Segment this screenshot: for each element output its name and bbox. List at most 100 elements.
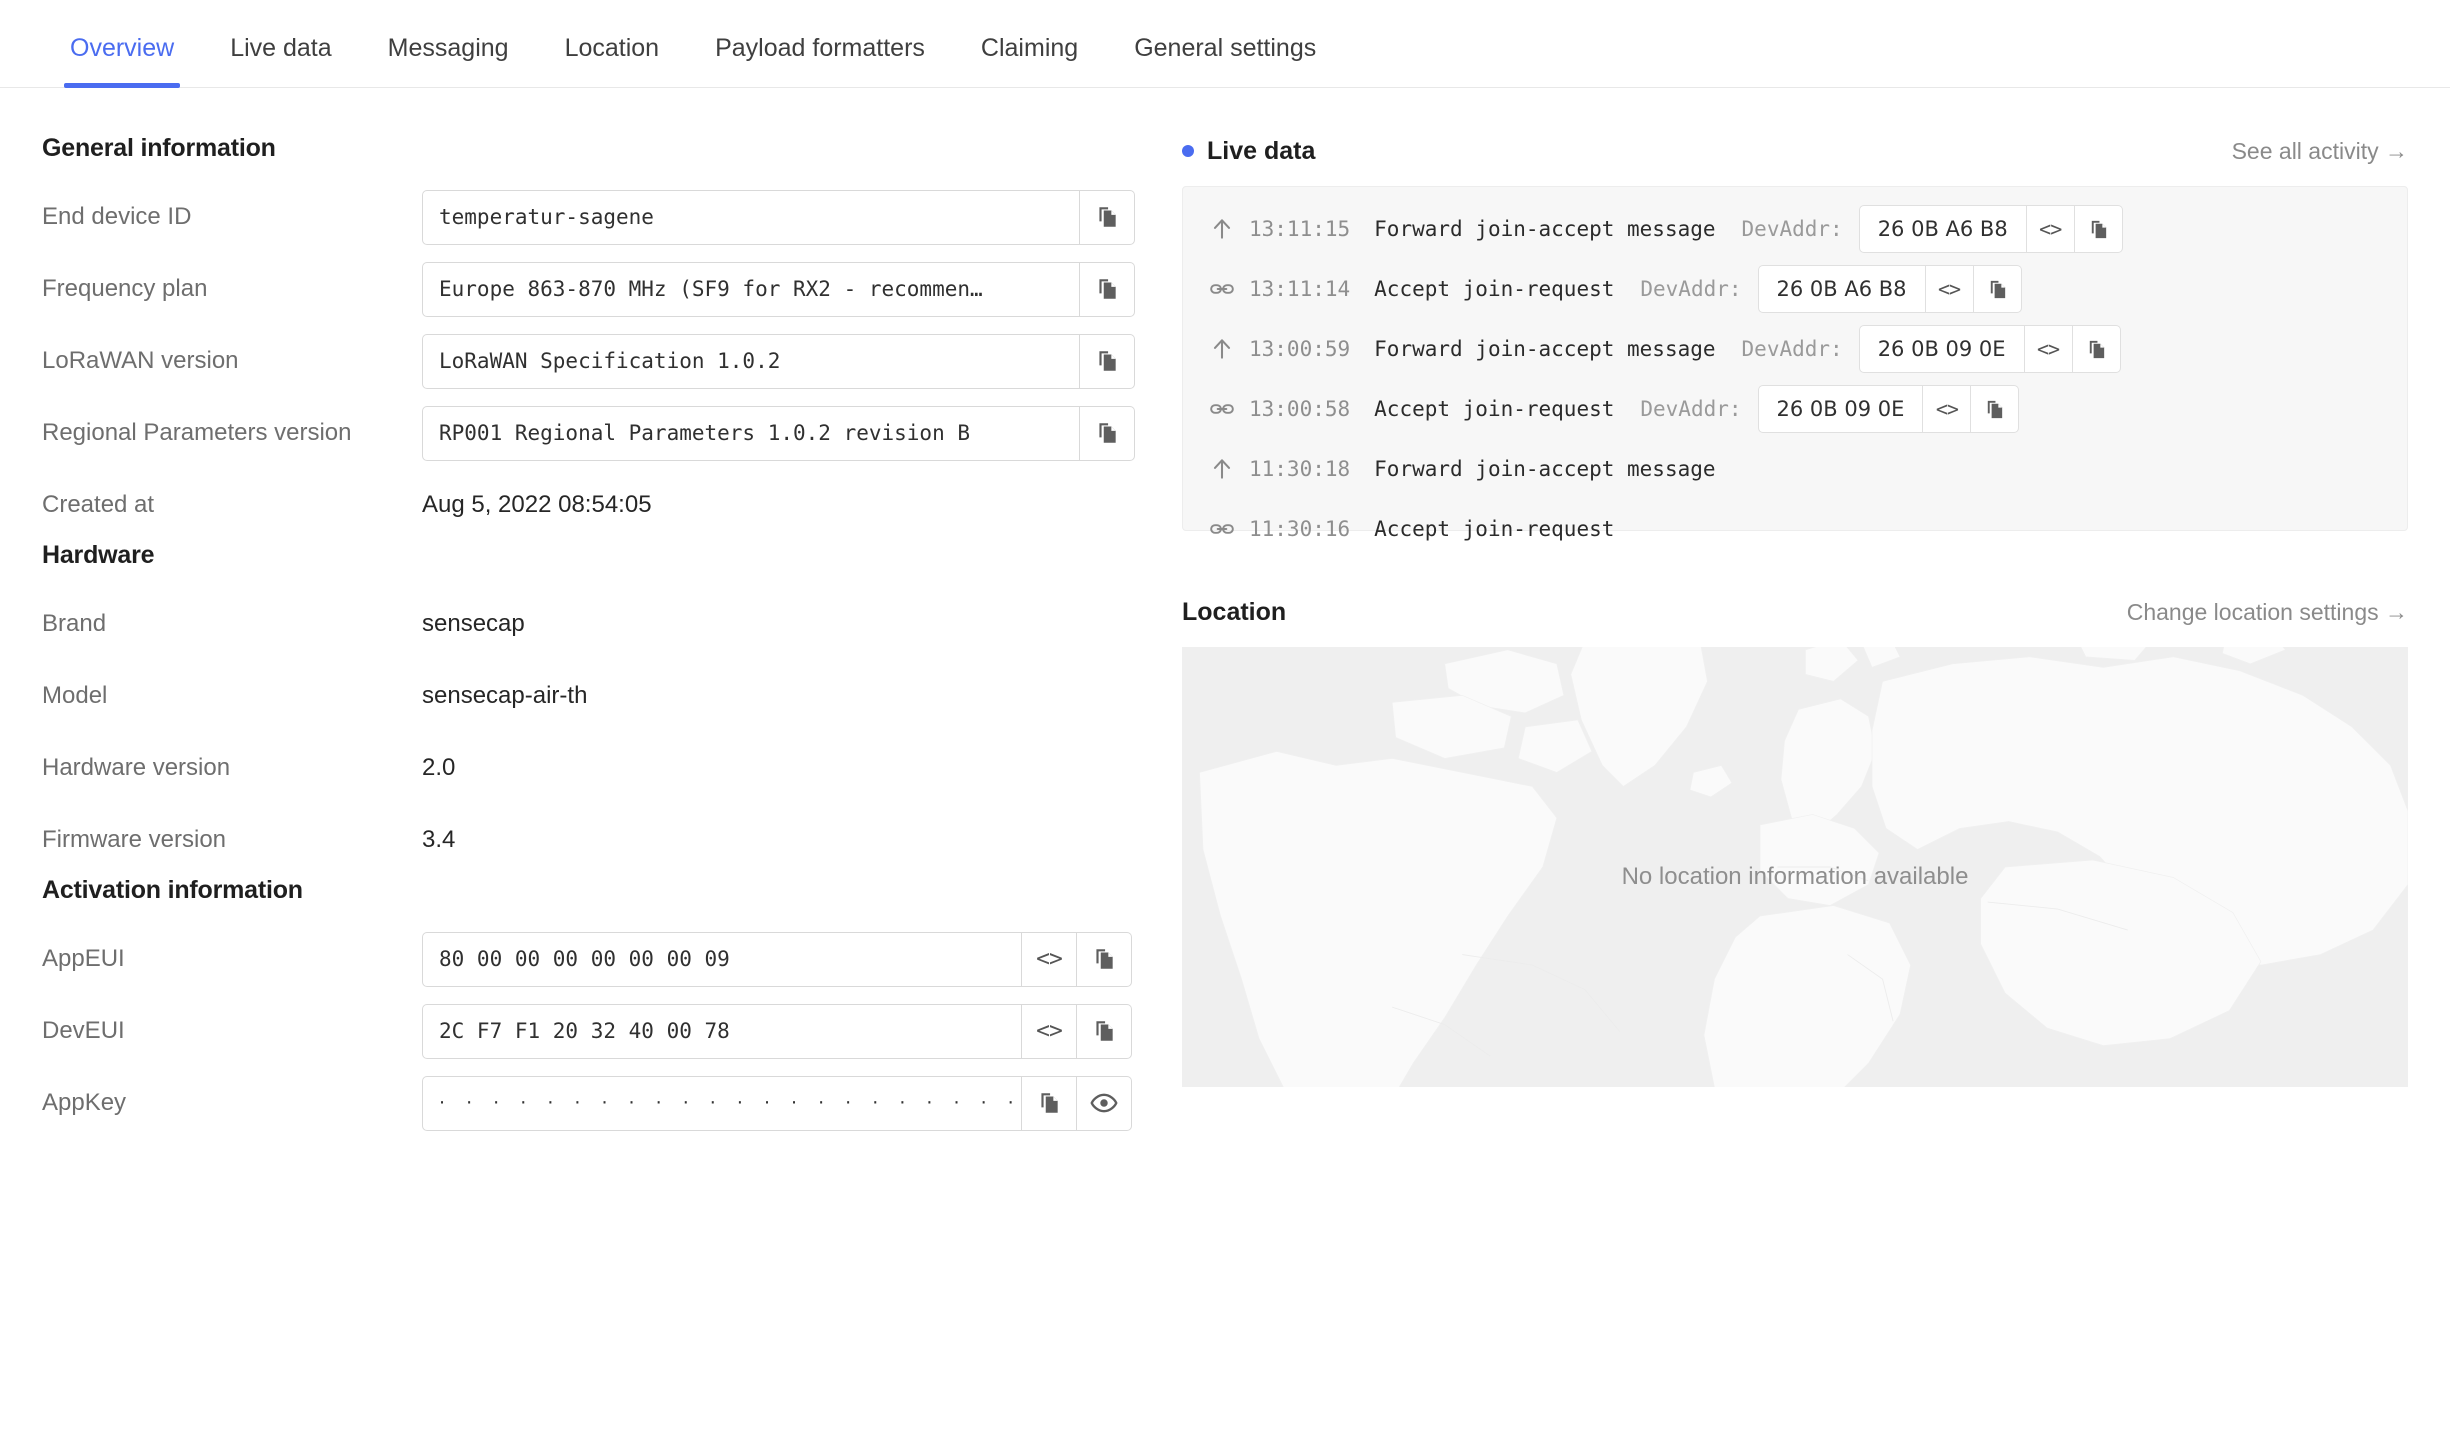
copy-button[interactable] xyxy=(1080,333,1135,389)
field-body: sensecap xyxy=(422,610,525,638)
right-column: Live data See all activity → 13:11:15 Fo… xyxy=(1160,88,2450,1139)
live-data-title-label: Live data xyxy=(1207,136,1316,165)
copy-button[interactable] xyxy=(2074,205,2123,253)
field-label: Firmware version xyxy=(42,826,227,853)
input-group: Europe 863-870 MHz (SF9 for RX2 - recomm… xyxy=(422,261,1135,317)
created-at-value: Aug 5, 2022 08:54:05 xyxy=(422,491,652,518)
lorawan-version-input[interactable]: LoRaWAN Specification 1.0.2 xyxy=(422,333,1080,389)
copy-icon xyxy=(2089,340,2104,358)
field-hardware-version: Hardware version 2.0 xyxy=(42,732,1160,804)
copy-button[interactable] xyxy=(2072,325,2121,373)
live-row-time: 13:11:14 xyxy=(1249,277,1351,301)
field-firmware-version: Firmware version 3.4 xyxy=(42,804,1160,876)
tab-label: General settings xyxy=(1134,34,1317,62)
copy-button[interactable] xyxy=(1973,265,2022,313)
toggle-format-button[interactable]: <> xyxy=(1022,931,1077,987)
devaddr-value[interactable]: 26 0B A6 B8 xyxy=(1757,265,1926,313)
copy-button[interactable] xyxy=(1080,189,1135,245)
copy-button[interactable] xyxy=(1022,1075,1077,1131)
field-label: Frequency plan xyxy=(42,275,208,302)
location-title: Location xyxy=(1182,598,1286,627)
toggle-format-button[interactable]: <> xyxy=(1925,265,1974,313)
see-all-activity-link[interactable]: See all activity → xyxy=(2232,138,2408,165)
change-location-settings-link[interactable]: Change location settings → xyxy=(2127,599,2408,626)
field-appeui: AppEUI 80 00 00 00 00 00 00 09 <> xyxy=(42,923,1160,995)
tab-payload-formatters[interactable]: Payload formatters xyxy=(687,36,953,87)
main-tabbar: Overview Live data Messaging Location Pa… xyxy=(0,0,2450,88)
copy-button[interactable] xyxy=(1080,405,1135,461)
live-data-row[interactable]: 11:30:18 Forward join-accept message xyxy=(1183,439,2407,499)
copy-button[interactable] xyxy=(1971,385,2020,433)
copy-button[interactable] xyxy=(1077,1003,1132,1059)
arrow-up-icon xyxy=(1209,456,1249,482)
code-icon: <> xyxy=(1036,946,1063,972)
live-data-title: Live data xyxy=(1182,137,1315,166)
input-group: 80 00 00 00 00 00 00 09 <> xyxy=(422,931,1132,987)
live-row-time: 11:30:16 xyxy=(1249,517,1351,541)
devaddr-value[interactable]: 26 0B 09 0E xyxy=(1757,385,1924,433)
live-data-row[interactable]: 11:30:16 Accept join-request xyxy=(1183,499,2407,559)
field-frequency-plan: Frequency plan Europe 863-870 MHz (SF9 f… xyxy=(42,253,1160,325)
general-information-heading: General information xyxy=(42,134,276,162)
frequency-plan-input[interactable]: Europe 863-870 MHz (SF9 for RX2 - recomm… xyxy=(422,261,1080,317)
live-status-dot-icon xyxy=(1182,145,1194,157)
field-body: temperatur-sagene xyxy=(422,189,1135,245)
copy-icon xyxy=(1099,351,1116,371)
reveal-button[interactable] xyxy=(1077,1075,1132,1131)
tab-claiming[interactable]: Claiming xyxy=(953,36,1106,87)
tab-location[interactable]: Location xyxy=(537,36,688,87)
end-device-id-input[interactable]: temperatur-sagene xyxy=(422,189,1080,245)
devaddr-value[interactable]: 26 0B 09 0E xyxy=(1858,325,2025,373)
live-data-row[interactable]: 13:00:58 Accept join-request DevAddr: 26… xyxy=(1183,379,2407,439)
toggle-format-button[interactable]: <> xyxy=(1923,385,1972,433)
live-row-devaddr-label: DevAddr: xyxy=(1741,337,1843,361)
input-group: 2C F7 F1 20 32 40 00 78 <> xyxy=(422,1003,1132,1059)
appeui-input[interactable]: 80 00 00 00 00 00 00 09 xyxy=(422,931,1022,987)
field-label: End device ID xyxy=(42,203,192,230)
deveui-input[interactable]: 2C F7 F1 20 32 40 00 78 xyxy=(422,1003,1022,1059)
copy-button[interactable] xyxy=(1077,931,1132,987)
live-row-message: Accept join-request xyxy=(1374,277,1615,301)
appkey-input[interactable]: · · · · · · · · · · · · · · · · · · · · … xyxy=(422,1075,1022,1131)
toggle-format-button[interactable]: <> xyxy=(2026,205,2075,253)
regional-parameters-input[interactable]: RP001 Regional Parameters 1.0.2 revision… xyxy=(422,405,1080,461)
copy-icon xyxy=(1041,1093,1058,1113)
field-label: AppKey xyxy=(42,1089,127,1116)
tab-general-settings[interactable]: General settings xyxy=(1106,36,1344,87)
tab-live-data[interactable]: Live data xyxy=(202,36,359,87)
toggle-format-button[interactable]: <> xyxy=(1022,1003,1077,1059)
live-data-row[interactable]: 13:11:15 Forward join-accept message Dev… xyxy=(1183,199,2407,259)
copy-icon xyxy=(1990,280,2005,298)
live-row-message: Accept join-request xyxy=(1374,397,1615,421)
input-group: · · · · · · · · · · · · · · · · · · · · … xyxy=(422,1075,1132,1131)
tab-messaging[interactable]: Messaging xyxy=(360,36,537,87)
tab-overview[interactable]: Overview xyxy=(42,36,202,88)
live-row-time: 11:30:18 xyxy=(1249,457,1351,481)
code-icon: <> xyxy=(2037,337,2060,361)
live-data-row[interactable]: 13:11:14 Accept join-request DevAddr: 26… xyxy=(1183,259,2407,319)
field-label: Brand xyxy=(42,610,107,637)
eye-icon xyxy=(1090,1093,1118,1113)
copy-icon xyxy=(1096,1021,1113,1041)
live-row-message: Forward join-accept message xyxy=(1374,217,1716,241)
live-row-devaddr-label: DevAddr: xyxy=(1640,277,1742,301)
page-content: General information End device ID temper… xyxy=(0,88,2450,1139)
location-map[interactable]: No location information available xyxy=(1182,647,2408,1087)
devaddr-value[interactable]: 26 0B A6 B8 xyxy=(1858,205,2027,253)
copy-icon xyxy=(1099,279,1116,299)
copy-icon xyxy=(2091,220,2106,238)
live-data-panel: 13:11:15 Forward join-accept message Dev… xyxy=(1182,186,2408,541)
devaddr-group: 26 0B A6 B8 <> xyxy=(1858,205,2123,253)
copy-button[interactable] xyxy=(1080,261,1135,317)
field-end-device-id: End device ID temperatur-sagene xyxy=(42,181,1160,253)
field-body: sensecap-air-th xyxy=(422,682,587,710)
devaddr-group: 26 0B A6 B8 <> xyxy=(1757,265,2022,313)
live-row-message: Forward join-accept message xyxy=(1374,457,1716,481)
live-row-time: 13:00:59 xyxy=(1249,337,1351,361)
live-row-devaddr-label: DevAddr: xyxy=(1640,397,1742,421)
live-data-row[interactable]: 13:00:59 Forward join-accept message Dev… xyxy=(1183,319,2407,379)
field-label: DevEUI xyxy=(42,1017,125,1044)
toggle-format-button[interactable]: <> xyxy=(2024,325,2073,373)
field-body: 3.4 xyxy=(422,826,455,854)
field-deveui: DevEUI 2C F7 F1 20 32 40 00 78 <> xyxy=(42,995,1160,1067)
